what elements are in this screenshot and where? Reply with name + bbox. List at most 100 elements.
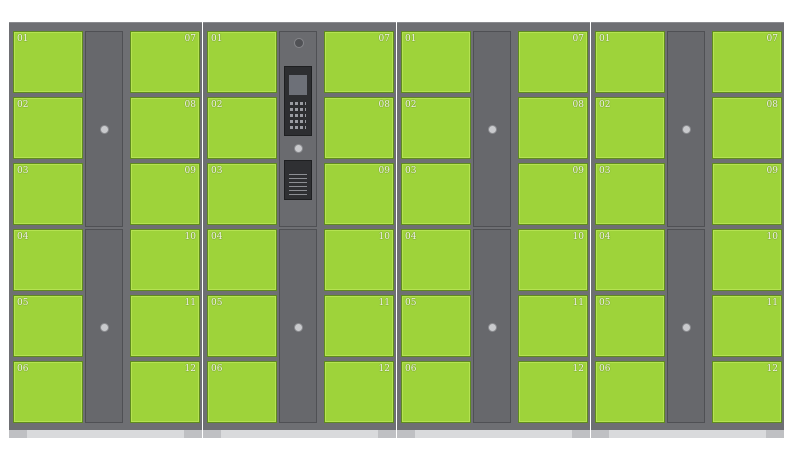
touchscreen-icon[interactable]	[284, 66, 312, 136]
locker-door-number: 04	[17, 232, 29, 242]
locker-door-04[interactable]: 04	[13, 229, 83, 291]
lock-knob-icon[interactable]	[100, 323, 109, 332]
locker-door-12[interactable]: 12	[324, 361, 394, 423]
locker-door-number: 03	[211, 166, 223, 176]
locker-door-number: 10	[766, 232, 778, 242]
lock-knob-icon[interactable]	[294, 323, 303, 332]
locker-door-number: 02	[405, 100, 417, 110]
column-door-upper[interactable]	[85, 31, 123, 227]
locker-door-number: 11	[184, 298, 196, 308]
locker-door-02[interactable]: 02	[207, 97, 277, 159]
locker-door-03[interactable]: 03	[401, 163, 471, 225]
locker-door-02[interactable]: 02	[401, 97, 471, 159]
locker-door-06[interactable]: 06	[207, 361, 277, 423]
locker-door-09[interactable]: 09	[324, 163, 394, 225]
locker-door-09[interactable]: 09	[712, 163, 782, 225]
locker-door-01[interactable]: 01	[595, 31, 665, 93]
locker-door-11[interactable]: 11	[518, 295, 588, 357]
locker-door-number: 12	[766, 364, 778, 374]
locker-door-01[interactable]: 01	[13, 31, 83, 93]
keypad-icon[interactable]	[290, 101, 306, 129]
locker-door-07[interactable]: 07	[712, 31, 782, 93]
column-door-upper[interactable]	[473, 31, 511, 227]
locker-door-05[interactable]: 05	[13, 295, 83, 357]
locker-door-number: 12	[378, 364, 390, 374]
locker-unit: 01 02 03 04 05 06 07 08 09 10 11 12	[591, 22, 784, 438]
locker-door-number: 02	[211, 100, 223, 110]
locker-door-05[interactable]: 05	[401, 295, 471, 357]
locker-door-number: 09	[184, 166, 196, 176]
lock-knob-icon[interactable]	[488, 125, 497, 134]
locker-door-08[interactable]: 08	[518, 97, 588, 159]
locker-door-06[interactable]: 06	[401, 361, 471, 423]
locker-door-number: 01	[599, 34, 611, 44]
lock-knob-icon[interactable]	[682, 125, 691, 134]
locker-door-07[interactable]: 07	[324, 31, 394, 93]
locker-door-07[interactable]: 07	[518, 31, 588, 93]
locker-door-08[interactable]: 08	[712, 97, 782, 159]
screen-display[interactable]	[289, 75, 307, 95]
locker-door-number: 03	[405, 166, 417, 176]
column-door-lower[interactable]	[85, 229, 123, 423]
locker-door-number: 06	[211, 364, 223, 374]
locker-door-number: 06	[599, 364, 611, 374]
locker-door-12[interactable]: 12	[130, 361, 200, 423]
locker-door-06[interactable]: 06	[595, 361, 665, 423]
locker-door-01[interactable]: 01	[207, 31, 277, 93]
locker-door-11[interactable]: 11	[130, 295, 200, 357]
locker-door-04[interactable]: 04	[207, 229, 277, 291]
locker-door-10[interactable]: 10	[130, 229, 200, 291]
locker-door-07[interactable]: 07	[130, 31, 200, 93]
lock-knob-icon[interactable]	[488, 323, 497, 332]
locker-door-08[interactable]: 08	[324, 97, 394, 159]
locker-door-06[interactable]: 06	[13, 361, 83, 423]
locker-door-number: 01	[17, 34, 29, 44]
plinth	[203, 430, 396, 438]
locker-door-09[interactable]: 09	[518, 163, 588, 225]
locker-door-number: 05	[211, 298, 223, 308]
locker-door-number: 04	[599, 232, 611, 242]
locker-door-12[interactable]: 12	[518, 361, 588, 423]
locker-door-10[interactable]: 10	[712, 229, 782, 291]
locker-door-11[interactable]: 11	[324, 295, 394, 357]
column-door-lower[interactable]	[667, 229, 705, 423]
lock-knob-icon[interactable]	[100, 125, 109, 134]
locker-door-02[interactable]: 02	[13, 97, 83, 159]
locker-door-number: 09	[766, 166, 778, 176]
locker-door-09[interactable]: 09	[130, 163, 200, 225]
locker-door-05[interactable]: 05	[595, 295, 665, 357]
locker-door-number: 08	[572, 100, 584, 110]
column-door-upper[interactable]	[667, 31, 705, 227]
locker-door-03[interactable]: 03	[207, 163, 277, 225]
locker-door-03[interactable]: 03	[13, 163, 83, 225]
locker-door-12[interactable]: 12	[712, 361, 782, 423]
camera-icon	[294, 38, 304, 48]
locker-door-number: 08	[766, 100, 778, 110]
lock-knob-icon[interactable]	[682, 323, 691, 332]
locker-door-number: 03	[17, 166, 29, 176]
locker-door-08[interactable]: 08	[130, 97, 200, 159]
column-door-lower[interactable]	[279, 229, 317, 423]
locker-door-number: 10	[572, 232, 584, 242]
locker-door-02[interactable]: 02	[595, 97, 665, 159]
column-door-lower[interactable]	[473, 229, 511, 423]
locker-door-11[interactable]: 11	[712, 295, 782, 357]
locker-door-01[interactable]: 01	[401, 31, 471, 93]
locker-door-10[interactable]: 10	[324, 229, 394, 291]
locker-unit: 01 02 03 04 05 06 07 08 09 10 11 12	[9, 22, 202, 438]
locker-door-05[interactable]: 05	[207, 295, 277, 357]
lock-knob-icon[interactable]	[294, 144, 303, 153]
locker-door-number: 07	[572, 34, 584, 44]
locker-door-10[interactable]: 10	[518, 229, 588, 291]
locker-door-number: 10	[378, 232, 390, 242]
locker-door-number: 05	[17, 298, 29, 308]
slot-grille	[289, 171, 307, 195]
locker-unit: 01 02 03 04 05 06 07 08 09 10 11 12	[397, 22, 590, 438]
plinth	[397, 430, 590, 438]
locker-door-04[interactable]: 04	[401, 229, 471, 291]
locker-door-number: 01	[211, 34, 223, 44]
locker-door-04[interactable]: 04	[595, 229, 665, 291]
locker-door-03[interactable]: 03	[595, 163, 665, 225]
locker-door-number: 04	[405, 232, 417, 242]
locker-door-number: 02	[17, 100, 29, 110]
